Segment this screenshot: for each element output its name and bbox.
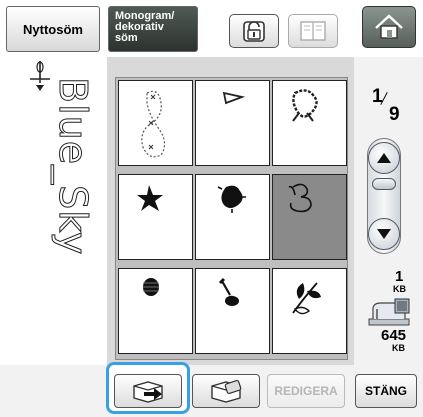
- needle-position-icon: [30, 61, 50, 91]
- screen: Nyttosöm Monogram/ dekorativ söm Blue_Sk…: [0, 0, 423, 417]
- stitch-cell-8[interactable]: [195, 268, 270, 354]
- star-burst-icon: [137, 185, 163, 211]
- sewing-machine-icon: [368, 298, 410, 326]
- cross-stitch-flower-icon: [292, 89, 318, 122]
- memory-free-unit: KB: [392, 343, 405, 353]
- musical-note-icon: [218, 277, 239, 306]
- pattern-text-preview: Blue_Sky: [51, 77, 96, 256]
- filled-blob-icon: [217, 185, 246, 213]
- leaf-spray-icon: [292, 282, 321, 315]
- memory-free-value: 645: [381, 327, 407, 344]
- filled-circle-icon: [143, 278, 159, 296]
- stitch-cell-1[interactable]: [118, 80, 193, 166]
- lock-button[interactable]: [229, 14, 279, 48]
- triangle-down-icon: [377, 229, 391, 239]
- edit-button[interactable]: REDIGERA: [267, 374, 345, 408]
- delete-button[interactable]: [192, 374, 260, 408]
- memory-used-unit: KB: [393, 284, 406, 294]
- monogram-decorative-tab[interactable]: Monogram/ dekorativ söm: [108, 6, 198, 52]
- utility-stitch-tab[interactable]: Nyttosöm: [6, 6, 100, 52]
- delete-icon: [211, 380, 242, 403]
- scroll-up-button[interactable]: [368, 142, 400, 174]
- b-outline-icon: [288, 183, 312, 213]
- page-total: 9: [389, 104, 400, 125]
- stitch-grid: [115, 77, 348, 360]
- stitch-cell-6[interactable]: [272, 174, 347, 260]
- home-icon: [375, 14, 403, 39]
- stitch-cell-5[interactable]: [195, 174, 270, 260]
- stitch-cell-2[interactable]: [195, 80, 270, 166]
- manual-button[interactable]: [288, 14, 338, 48]
- retrieve-button[interactable]: [114, 374, 182, 408]
- lock-icon: [243, 21, 265, 42]
- stitch-cell-7[interactable]: [118, 268, 193, 354]
- stitch-preview-panel: Blue_Sky: [0, 57, 107, 365]
- monogram-tab-line-3: söm: [115, 32, 138, 44]
- stitch-cell-4[interactable]: [118, 174, 193, 260]
- book-icon: [300, 21, 326, 41]
- home-button[interactable]: [362, 6, 416, 48]
- scroll-down-button[interactable]: [368, 218, 400, 250]
- retrieve-icon: [133, 381, 163, 403]
- scroll-thumb[interactable]: [372, 178, 396, 190]
- stitch-cell-9[interactable]: [272, 268, 347, 354]
- triangle-up-icon: [377, 153, 391, 163]
- close-button[interactable]: STÄNG: [355, 374, 417, 408]
- cross-stitch-figure-eight-icon: [141, 90, 166, 158]
- top-bar: Nyttosöm Monogram/ dekorativ söm: [0, 0, 423, 57]
- page-counter: 1 9: [372, 86, 406, 126]
- arrow-outline-icon: [222, 91, 246, 105]
- stitch-cell-3[interactable]: [272, 80, 347, 166]
- memory-used-value: 1: [395, 268, 404, 285]
